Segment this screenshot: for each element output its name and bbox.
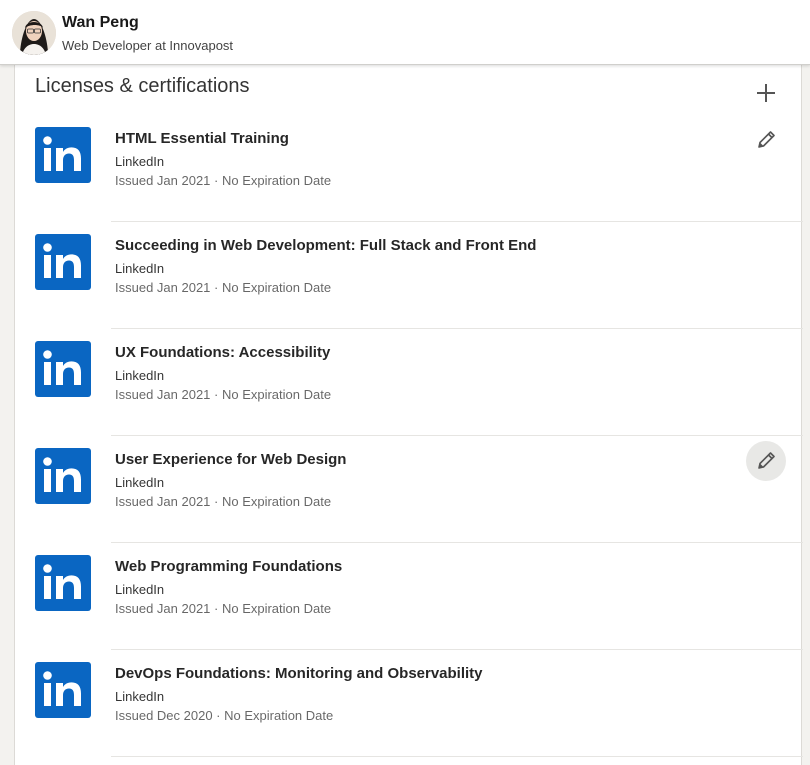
linkedin-logo-icon[interactable]: [35, 127, 91, 183]
certification-issuer: LinkedIn: [115, 261, 165, 276]
licenses-certifications-card: Licenses & certifications HTML Essential…: [14, 65, 803, 765]
profile-name[interactable]: Wan Peng: [62, 14, 139, 32]
certification-issuer: LinkedIn: [115, 475, 165, 490]
linkedin-logo-icon[interactable]: [35, 448, 91, 504]
profile-topbar: Wan Peng Web Developer at Innovapost: [0, 0, 810, 65]
avatar-image: [12, 11, 56, 55]
certification-issuer: LinkedIn: [115, 582, 165, 597]
certification-dates: Issued Jan 2021 · No Expiration Date: [115, 494, 332, 509]
certification-item: Succeeding in Web Development: Full Stac…: [15, 222, 803, 329]
certification-title[interactable]: DevOps Foundations: Monitoring and Obser…: [115, 665, 483, 682]
certification-issuer: LinkedIn: [115, 368, 165, 383]
pencil-icon: [758, 131, 775, 148]
linkedin-logo-icon[interactable]: [35, 662, 91, 718]
certification-dates: Issued Dec 2020 · No Expiration Date: [115, 708, 334, 723]
edit-certification-button[interactable]: [746, 120, 786, 160]
certification-issuer: LinkedIn: [115, 154, 165, 169]
certification-item: DevOps Foundations: Monitoring and Obser…: [15, 650, 803, 757]
certification-title[interactable]: UX Foundations: Accessibility: [115, 344, 330, 361]
certification-dates: Issued Jan 2021 · No Expiration Date: [115, 387, 332, 402]
certification-dates: Issued Jan 2021 · No Expiration Date: [115, 601, 332, 616]
certification-item: User Experience for Web Design LinkedIn …: [15, 436, 803, 543]
certification-issuer: LinkedIn: [115, 689, 165, 704]
certification-item: Web Programming Foundations LinkedIn Iss…: [15, 543, 803, 650]
certification-list: HTML Essential Training LinkedIn Issued …: [15, 115, 803, 757]
certification-title[interactable]: Succeeding in Web Development: Full Stac…: [115, 237, 536, 254]
linkedin-logo-icon[interactable]: [35, 555, 91, 611]
certification-title[interactable]: User Experience for Web Design: [115, 451, 346, 468]
certification-title[interactable]: HTML Essential Training: [115, 130, 289, 147]
edit-certification-button[interactable]: [746, 441, 786, 481]
certification-item: HTML Essential Training LinkedIn Issued …: [15, 115, 803, 222]
certification-dates: Issued Jan 2021 · No Expiration Date: [115, 280, 332, 295]
add-certification-button[interactable]: [748, 75, 784, 111]
linkedin-logo-icon[interactable]: [35, 234, 91, 290]
profile-headline: Web Developer at Innovapost: [62, 38, 234, 53]
pencil-icon: [758, 452, 775, 469]
plus-icon: [757, 84, 775, 102]
certification-title[interactable]: Web Programming Foundations: [115, 558, 342, 575]
certification-item: UX Foundations: Accessibility LinkedIn I…: [15, 329, 803, 436]
avatar[interactable]: [12, 11, 56, 55]
section-title: Licenses & certifications: [35, 75, 250, 97]
divider: [111, 756, 803, 757]
certification-dates: Issued Jan 2021 · No Expiration Date: [115, 173, 332, 188]
linkedin-logo-icon[interactable]: [35, 341, 91, 397]
